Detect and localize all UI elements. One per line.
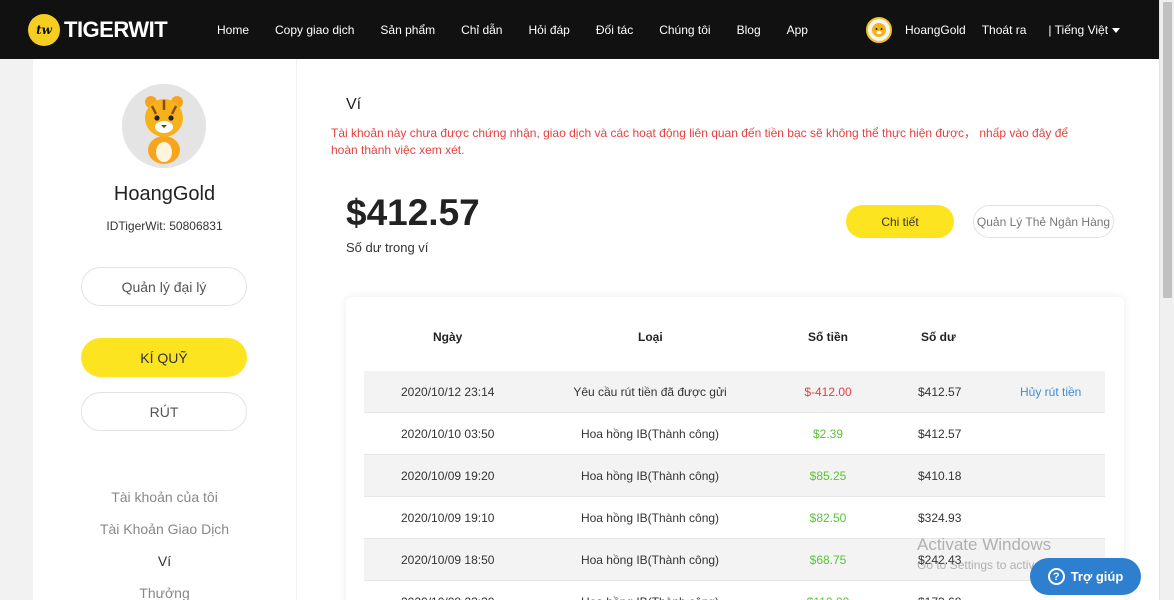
cell-amount: $110.00 — [778, 595, 878, 600]
language-selector[interactable]: | Tiếng Việt — [1048, 22, 1121, 37]
cell-amount: $82.50 — [809, 511, 847, 525]
cell-balance: $173.68 — [918, 595, 961, 600]
page-scrollbar[interactable] — [1159, 0, 1174, 600]
sidebar-item-rewards[interactable]: Thưởng — [33, 585, 296, 600]
user-avatar[interactable] — [866, 16, 892, 43]
cell-balance: $410.18 — [918, 469, 962, 483]
cell-type: Hoa hồng IB(Thành công) — [580, 511, 720, 525]
bank-card-management-button[interactable]: Quản Lý Thẻ Ngân Hàng — [973, 205, 1114, 238]
withdraw-button[interactable]: RÚT — [81, 392, 247, 431]
chevron-down-icon — [1112, 27, 1121, 33]
nav-app[interactable]: App — [787, 23, 808, 37]
table-row: 2020/10/09 19:20 Hoa hồng IB(Thành công) $… — [364, 455, 1105, 497]
column-header-date: Ngày — [433, 330, 463, 344]
scrollbar-thumb[interactable] — [1163, 2, 1172, 298]
sidebar-item-trading-account[interactable]: Tài Khoản Giao Dịch — [33, 521, 296, 537]
column-header-amount: Số tiền — [808, 330, 849, 344]
table-header: Ngày Loại Số tiền Số dư — [346, 297, 1124, 371]
help-button-label: Trợ giúp — [1070, 569, 1124, 584]
tiger-avatar-icon — [872, 22, 886, 37]
details-button[interactable]: Chi tiết — [846, 205, 954, 238]
cell-balance: $412.57 — [918, 385, 962, 399]
cell-type: Yêu cầu rút tiền đã được gửi — [573, 385, 727, 399]
nav-home[interactable]: Home — [217, 23, 249, 37]
profile-name: HoangGold — [113, 183, 216, 205]
cell-date: 2020/10/08 23:30 — [401, 595, 494, 600]
cell-balance: $412.57 — [918, 427, 962, 441]
table-row: 2020/10/10 03:50 Hoa hồng IB(Thành công) $… — [364, 413, 1105, 455]
tigerwit-logo[interactable]: tw TIGERWIT — [28, 13, 198, 46]
profile-avatar — [122, 84, 206, 168]
main-content: Ví Tài khoản này chưa được chứng nhận, g… — [297, 59, 1159, 600]
column-header-balance: Số dư — [921, 330, 956, 344]
cell-amount: $2.39 — [812, 427, 844, 441]
column-header-type: Loại — [638, 330, 663, 344]
cell-amount: $68.75 — [809, 553, 847, 567]
nav-about[interactable]: Chúng tôi — [659, 23, 710, 37]
cell-type: Hoa hồng IB(Thành công) — [580, 427, 720, 441]
cancel-withdrawal-link[interactable]: Hủy rút tiền — [1020, 385, 1081, 399]
nav-faq[interactable]: Hỏi đáp — [528, 23, 569, 37]
cell-amount: $85.25 — [809, 469, 847, 483]
agent-management-button[interactable]: Quản lý đại lý — [81, 267, 247, 306]
cell-balance: $324.93 — [918, 511, 962, 525]
activate-windows-title: Activate Windows — [917, 535, 1052, 554]
sidebar: HoangGold IDTigerWit: 50806831 Quản lý đ… — [33, 59, 296, 600]
table-row: 2020/10/08 23:30 Hoa hồng IB(Thành công) $… — [364, 581, 1105, 600]
cell-type: Hoa hồng IB(Thành công) — [534, 595, 766, 600]
cell-date: 2020/10/09 18:50 — [401, 553, 495, 567]
wallet-balance: $412.57 — [346, 192, 480, 233]
nav-copy-trading[interactable]: Copy giao dịch — [275, 23, 354, 37]
language-label: | Tiếng Việt — [1048, 22, 1109, 37]
main-nav: Home Copy giao dịch Sản phẩm Chỉ dẫn Hỏi… — [217, 23, 834, 37]
deposit-button[interactable]: KÍ QUỸ — [81, 338, 247, 377]
nav-guide[interactable]: Chỉ dẫn — [461, 23, 502, 37]
nav-blog[interactable]: Blog — [737, 23, 761, 37]
sidebar-item-my-account[interactable]: Tài khoản của tôi — [33, 489, 296, 505]
sidebar-item-wallet[interactable]: Ví — [33, 553, 296, 569]
table-row: 2020/10/09 19:10 Hoa hồng IB(Thành công) $… — [364, 497, 1105, 539]
wallet-balance-label: Số dư trong ví — [346, 240, 429, 255]
tiger-mascot-icon — [122, 84, 206, 168]
cell-date: 2020/10/12 23:14 — [401, 385, 495, 399]
cell-date: 2020/10/09 19:10 — [401, 511, 495, 525]
logout-link[interactable]: Thoát ra — [982, 23, 1027, 37]
table-row: 2020/10/12 23:14 Yêu cầu rút tiền đã được… — [364, 371, 1105, 413]
verification-warning[interactable]: Tài khoản này chưa được chứng nhận, giao… — [331, 125, 1091, 159]
nav-partners[interactable]: Đối tác — [596, 23, 633, 37]
nav-username[interactable]: HoangGold — [905, 23, 966, 37]
nav-user-area: HoangGold Thoát ra | Tiếng Việt — [866, 0, 1121, 59]
top-nav-bar: tw TIGERWIT Home Copy giao dịch Sản phẩm… — [0, 0, 1159, 59]
help-button[interactable]: ? Trợ giúp — [1030, 558, 1141, 595]
logo-badge-icon: tw — [28, 13, 60, 46]
cell-date: 2020/10/10 03:50 — [401, 427, 495, 441]
profile-id: IDTigerWit: 50806831 — [106, 219, 223, 233]
cell-amount: $-412.00 — [804, 385, 852, 399]
page-title: Ví — [346, 96, 362, 113]
cell-type: Hoa hồng IB(Thành công) — [580, 469, 720, 483]
nav-products[interactable]: Sản phẩm — [380, 23, 435, 37]
logo-text: TIGERWIT — [64, 16, 168, 42]
question-icon: ? — [1047, 568, 1065, 585]
cell-type: Hoa hồng IB(Thành công) — [580, 553, 720, 567]
cell-date: 2020/10/09 19:20 — [401, 469, 495, 483]
